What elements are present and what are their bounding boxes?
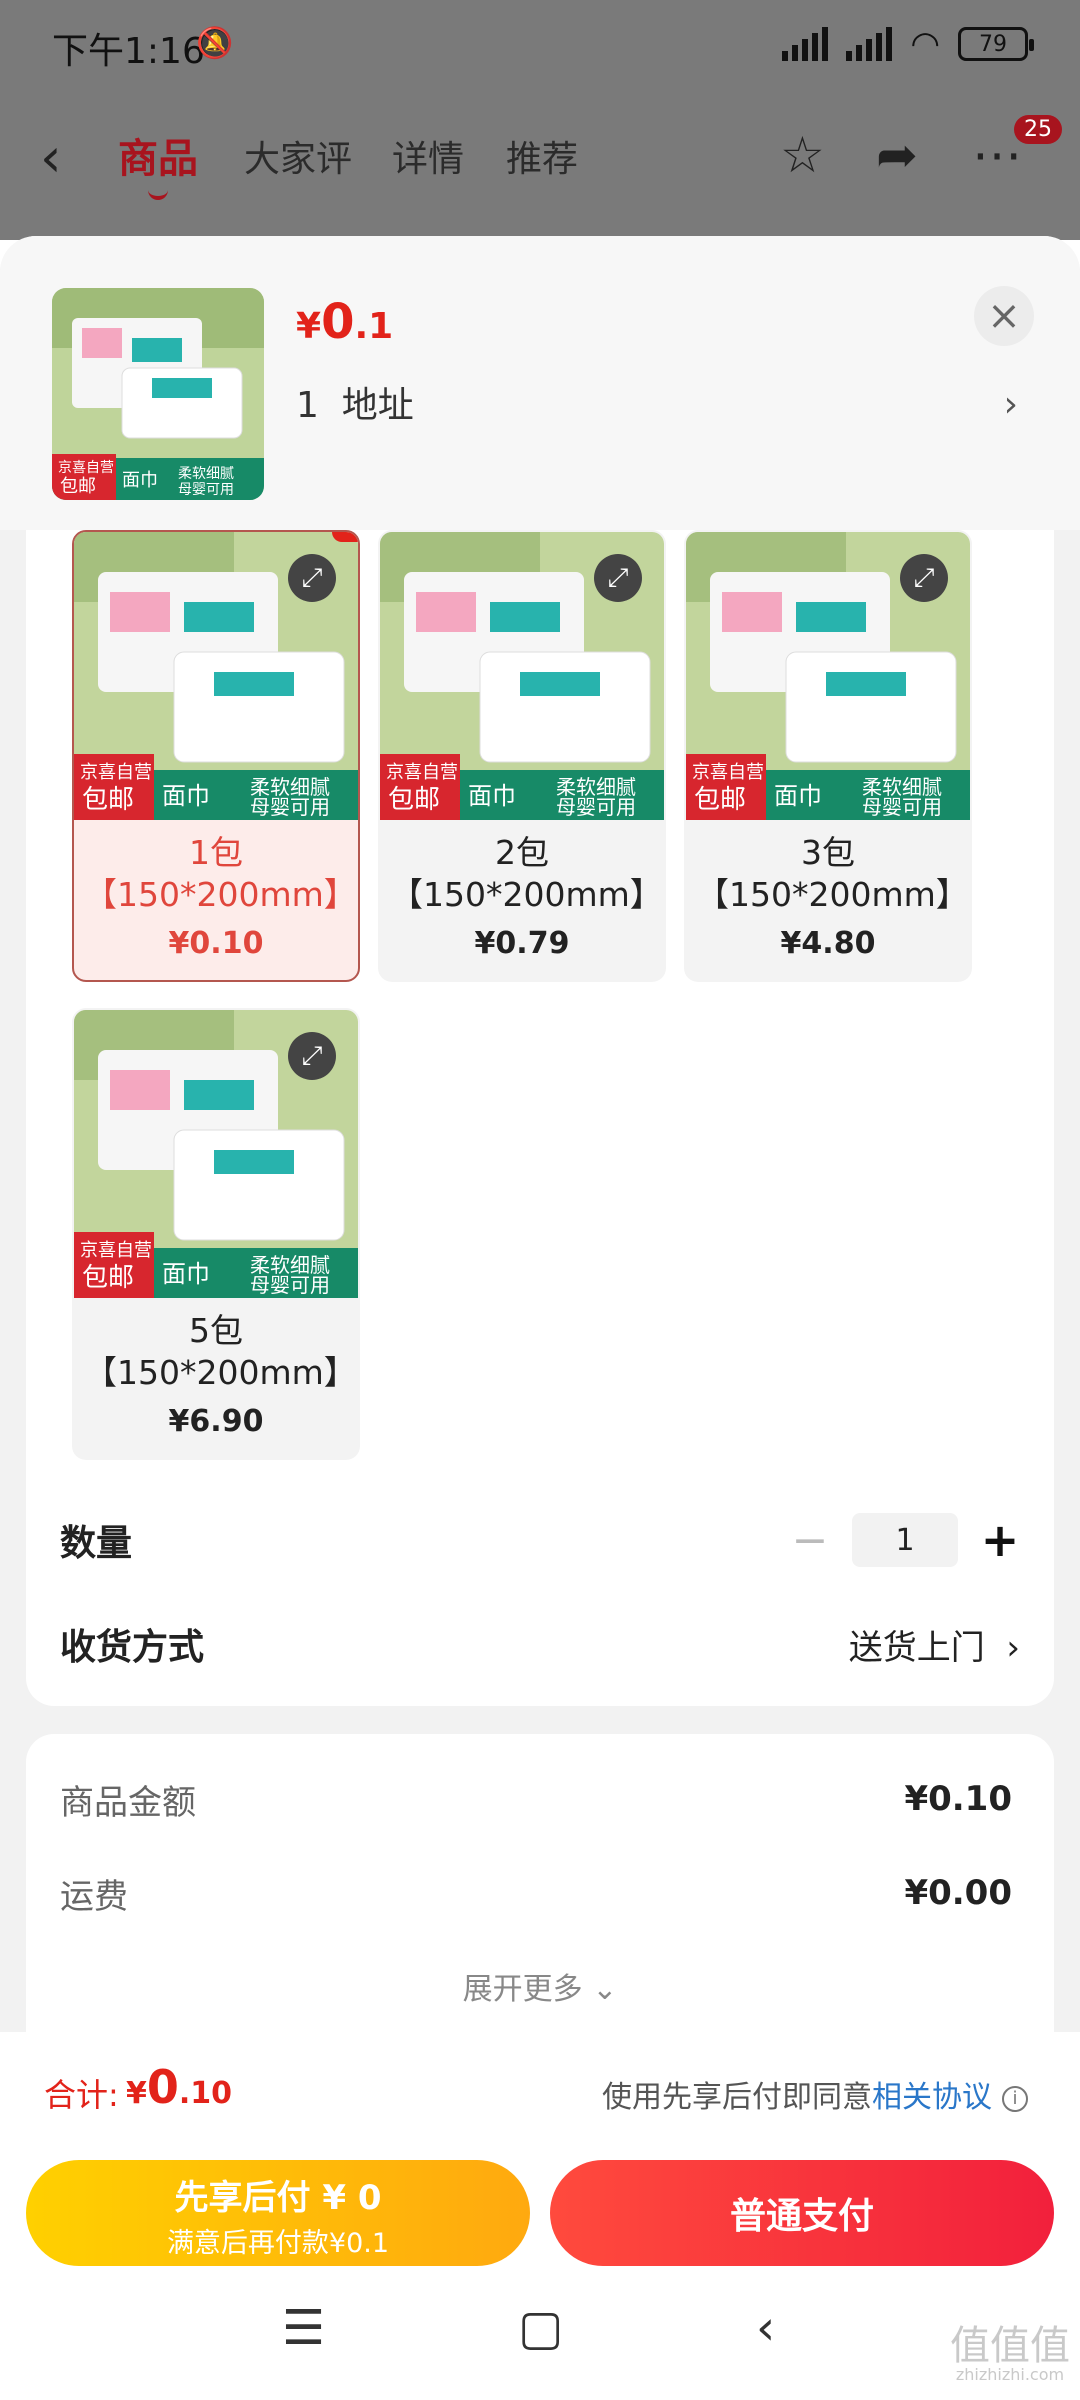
svg-text:柔软细腻: 柔软细腻: [178, 466, 234, 482]
svg-text:面巾: 面巾: [774, 782, 822, 810]
increase-button[interactable]: +: [980, 1513, 1020, 1567]
sku-option-3[interactable]: 京喜自营 包邮 面巾 柔软细腻 母婴可用 ⤢ 3包【150*200mm】 ¥4.…: [684, 530, 972, 982]
order-summary-card: 商品金额 ¥0.10 运费 ¥0.00 展开更多 ⌄: [26, 1734, 1054, 2032]
svg-text:母婴可用: 母婴可用: [250, 795, 330, 819]
pay-button[interactable]: 普通支付: [550, 2160, 1054, 2266]
status-icons: ◠ 79: [782, 24, 1034, 64]
svg-text:面巾: 面巾: [162, 1260, 210, 1288]
expand-icon[interactable]: ⤢: [288, 554, 336, 602]
battery-icon: 79: [958, 27, 1034, 61]
star-icon[interactable]: ☆: [780, 126, 825, 184]
delivery-row[interactable]: 收货方式 送货上门 ›: [60, 1614, 1020, 1674]
tab-product[interactable]: 商品: [118, 126, 198, 200]
message-badge: 25: [1014, 115, 1062, 144]
delivery-value: 送货上门 ›: [848, 1627, 1020, 1668]
sku-option-price: ¥6.90: [168, 1404, 264, 1439]
svg-text:母婴可用: 母婴可用: [862, 795, 942, 819]
quantity-label: 数量: [60, 1523, 133, 1564]
svg-text:面巾: 面巾: [122, 470, 158, 491]
svg-text:面巾: 面巾: [468, 782, 516, 810]
expand-icon[interactable]: ⤢: [288, 1032, 336, 1080]
bnpl-title: 先享后付 ¥ 0: [174, 2178, 382, 2218]
back-icon[interactable]: ‹: [40, 126, 62, 189]
sheet-price: ¥0.1: [296, 294, 394, 350]
sheet-header: 京喜自营 包邮 面巾 柔软细腻 母婴可用 ¥0.1 1 地址 › ×: [0, 236, 1080, 530]
svg-text:母婴可用: 母婴可用: [250, 1273, 330, 1297]
close-icon: ×: [987, 293, 1021, 339]
shipping-row: 运费 ¥0.00: [60, 1868, 1012, 1918]
svg-text:包邮: 包邮: [60, 476, 96, 497]
delivery-label: 收货方式: [60, 1627, 205, 1668]
tab-recommend[interactable]: 推荐: [506, 130, 578, 182]
close-button[interactable]: ×: [974, 286, 1034, 346]
sku-option-2[interactable]: 京喜自营 包邮 面巾 柔软细腻 母婴可用 ⤢ 2包【150*200mm】 ¥0.…: [378, 530, 666, 982]
sku-option-price: ¥0.79: [474, 926, 570, 961]
bnpl-subtitle: 满意后再付款¥0.1: [166, 2228, 390, 2259]
sku-option-price: ¥0.10: [168, 926, 264, 961]
sku-option-4[interactable]: 京喜自营 包邮 面巾 柔软细腻 母婴可用 ⤢ 5包【150*200mm】 ¥6.…: [72, 1008, 360, 1460]
wifi-icon: ◠: [910, 24, 940, 64]
svg-text:母婴可用: 母婴可用: [556, 795, 636, 819]
sku-option-label: 5包【150*200mm】: [84, 1311, 357, 1392]
product-thumbnail[interactable]: 京喜自营 包邮 面巾 柔软细腻 母婴可用: [52, 288, 264, 500]
expand-more-button[interactable]: 展开更多 ⌄: [26, 1964, 1054, 2008]
product-nav-bar: ‹ 商品 大家评 详情 推荐 ☆ ➦ ⋯ 25: [0, 110, 1080, 200]
tab-details[interactable]: 详情: [392, 130, 464, 182]
svg-text:京喜自营: 京喜自营: [58, 460, 114, 476]
svg-text:京喜自营: 京喜自营: [386, 762, 458, 783]
quantity-input[interactable]: 1: [852, 1513, 958, 1567]
svg-text:母婴可用: 母婴可用: [178, 482, 234, 498]
decrease-button[interactable]: −: [790, 1515, 830, 1566]
sku-option-label: 3包【150*200mm】: [696, 833, 969, 914]
sku-option-1[interactable]: 京喜自营 包邮 面巾 柔软细腻 母婴可用 ⤢ 1包【150*200mm】 ¥0.…: [72, 530, 360, 982]
mute-icon: 🔕: [196, 26, 234, 61]
home-icon[interactable]: ▢: [518, 2300, 563, 2356]
svg-text:面巾: 面巾: [162, 782, 210, 810]
agreement-link[interactable]: 相关协议: [872, 2080, 992, 2115]
buy-now-pay-later-button[interactable]: 先享后付 ¥ 0 满意后再付款¥0.1: [26, 2160, 530, 2266]
chevron-down-icon: ⌄: [592, 1972, 618, 2007]
svg-text:包邮: 包邮: [694, 785, 746, 815]
status-bar: 下午1:16 🔕 ◠ 79: [0, 0, 1080, 90]
total-value: ¥0.10: [126, 2060, 233, 2114]
signal-icon: [782, 27, 829, 61]
svg-text:包邮: 包邮: [82, 785, 134, 815]
svg-text:京喜自营: 京喜自营: [80, 762, 152, 783]
signal-hd-icon: [846, 27, 893, 61]
status-time: 下午1:16: [52, 31, 205, 72]
shipping-label: 运费: [60, 1876, 128, 1917]
sku-option-price: ¥4.80: [780, 926, 876, 961]
sku-options-card: 京喜自营 包邮 面巾 柔软细腻 母婴可用 ⤢ 1包【150*200mm】 ¥0.…: [26, 530, 1054, 1706]
svg-text:包邮: 包邮: [82, 1263, 134, 1293]
back-nav-icon[interactable]: ‹: [756, 2300, 775, 2356]
expand-icon[interactable]: ⤢: [900, 554, 948, 602]
goods-amount-value: ¥0.10: [904, 1779, 1012, 1819]
watermark: 值值值 zhizhizhi.com: [950, 2323, 1070, 2384]
hot-sale-tag: [332, 532, 358, 542]
address-row[interactable]: 1 地址: [296, 376, 414, 428]
agreement-text: 使用先享后付即同意相关协议 i: [602, 2072, 1028, 2116]
background-page: 下午1:16 🔕 ◠ 79 ‹ 商品 大家评 详情 推荐 ☆ ➦ ⋯ 25: [0, 0, 1080, 240]
svg-text:京喜自营: 京喜自营: [80, 1240, 152, 1261]
sku-option-label: 1包【150*200mm】: [84, 833, 357, 914]
goods-amount-row: 商品金额 ¥0.10: [60, 1774, 1012, 1824]
info-icon[interactable]: i: [1002, 2085, 1028, 2112]
goods-amount-label: 商品金额: [60, 1782, 196, 1823]
share-icon[interactable]: ➦: [876, 126, 918, 184]
quantity-stepper: − 1 +: [790, 1513, 1020, 1567]
system-nav-bar: ☰ ▢ ‹ 值值值 zhizhizhi.com: [0, 2280, 1080, 2390]
tab-reviews[interactable]: 大家评: [244, 130, 352, 182]
svg-text:包邮: 包邮: [388, 785, 440, 815]
shipping-value: ¥0.00: [904, 1873, 1012, 1913]
sku-option-label: 2包【150*200mm】: [390, 833, 663, 914]
svg-text:京喜自营: 京喜自营: [692, 762, 764, 783]
chevron-right-icon[interactable]: ›: [1004, 384, 1018, 425]
quantity-row: 数量 − 1 +: [60, 1510, 1020, 1570]
chevron-right-icon: ›: [1006, 1627, 1020, 1668]
total-label: 合计:: [44, 2076, 119, 2114]
menu-icon[interactable]: ☰: [282, 2300, 325, 2356]
sku-selector-sheet: 京喜自营 包邮 面巾 柔软细腻 母婴可用 ¥0.1 1 地址 › × 京喜自营 …: [0, 236, 1080, 2032]
expand-icon[interactable]: ⤢: [594, 554, 642, 602]
